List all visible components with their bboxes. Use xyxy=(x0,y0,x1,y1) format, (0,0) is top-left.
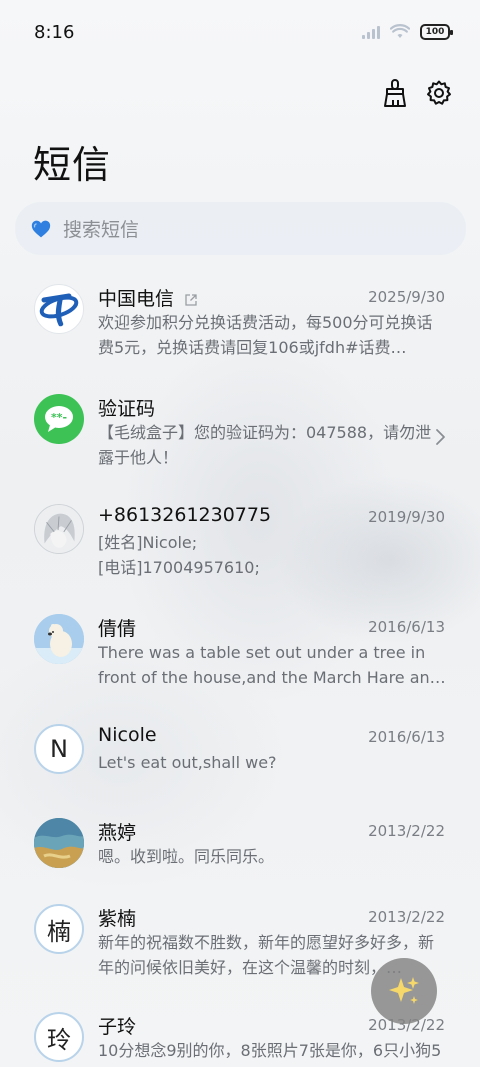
settings-button[interactable] xyxy=(426,78,452,108)
message-date: 2013/2/22 xyxy=(368,822,445,840)
gear-icon xyxy=(427,80,451,105)
ocean-photo-avatar xyxy=(34,818,84,868)
contact-name-text: 中国电信 xyxy=(98,288,175,310)
battery-icon: 100 xyxy=(420,24,453,40)
message-date: 2019/9/30 xyxy=(368,508,445,526)
anime-portrait-avatar xyxy=(34,504,84,554)
heart-icon xyxy=(31,220,51,237)
contact-name: 中国电信 xyxy=(98,284,198,311)
message-bubble-icon: **- xyxy=(45,406,73,432)
external-link-icon xyxy=(185,293,197,306)
message-preview: 欢迎参加积分兑换话费活动，每500分可兑换话费5元，兑换话费请回复106或jfd… xyxy=(98,313,433,357)
polar-bear-avatar xyxy=(34,614,84,664)
conversation-row[interactable]: 中国电信 2025/9/30 欢迎参加积分兑换话费活动，每500分可兑换话费5元… xyxy=(0,270,480,380)
conversation-row[interactable]: **- 验证码 【毛绒盒子】您的验证码为：047588，请勿泄露于他人！ xyxy=(0,380,480,490)
message-preview: 10分想念9别的你，8张照片7张是你，6只小狗5只像你，4根骨头3根归你，2爪着… xyxy=(98,1041,442,1067)
message-date: 2016/6/13 xyxy=(368,618,445,636)
anime-portrait-icon xyxy=(35,505,83,553)
status-time: 8:16 xyxy=(34,21,75,43)
message-preview: Let's eat out,shall we? xyxy=(98,753,277,772)
conversation-row[interactable]: +8613261230775 2019/9/30 [姓名]Nicole; [电话… xyxy=(0,490,480,600)
sparkle-icon xyxy=(389,977,419,1004)
ai-assistant-button[interactable] xyxy=(371,958,437,1024)
polar-bear-photo-icon xyxy=(34,614,84,664)
status-bar: 8:16 100 xyxy=(0,0,480,64)
page-title: 短信 xyxy=(33,143,112,187)
clean-brush-button[interactable] xyxy=(382,78,408,108)
conversation-row[interactable]: 倩倩 2016/6/13 There was a table set out u… xyxy=(0,600,480,710)
verification-avatar: **- xyxy=(34,394,84,444)
message-date: 2016/6/13 xyxy=(368,728,445,746)
message-date: 2025/9/30 xyxy=(368,288,445,306)
top-actions xyxy=(382,78,452,108)
letter-avatar: 楠 xyxy=(34,904,84,954)
chevron-right-icon xyxy=(436,429,445,445)
letter-avatar: 玲 xyxy=(34,1012,84,1062)
letter-avatar: N xyxy=(34,724,84,774)
message-preview: There was a table set out under a tree i… xyxy=(98,643,446,687)
message-date: 2013/2/22 xyxy=(368,908,445,926)
brush-icon xyxy=(384,79,406,107)
contact-name: 燕婷 xyxy=(98,822,137,844)
contact-name: +8613261230775 xyxy=(98,504,272,526)
contact-name: Nicole xyxy=(98,724,157,746)
contact-name: 紫楠 xyxy=(98,908,137,930)
ocean-photo-icon xyxy=(34,818,84,868)
china-telecom-logo-icon xyxy=(39,293,79,327)
wifi-icon xyxy=(390,24,410,38)
contact-name: 验证码 xyxy=(98,398,156,420)
message-preview: 【毛绒盒子】您的验证码为：047588，请勿泄露于他人！ xyxy=(98,423,432,467)
message-preview: 嗯。收到啦。同乐同乐。 xyxy=(98,847,275,866)
signal-icon xyxy=(362,25,380,39)
china-telecom-avatar xyxy=(34,284,84,334)
svg-text:**-: **- xyxy=(51,411,67,424)
contact-name: 子玲 xyxy=(98,1016,137,1038)
status-icons: 100 xyxy=(362,24,453,40)
message-preview: [姓名]Nicole; [电话]17004957610; xyxy=(98,533,260,577)
search-placeholder: 搜索短信 xyxy=(63,219,140,241)
contact-name: 倩倩 xyxy=(98,618,137,640)
search-bar[interactable]: 搜索短信 xyxy=(15,202,466,255)
